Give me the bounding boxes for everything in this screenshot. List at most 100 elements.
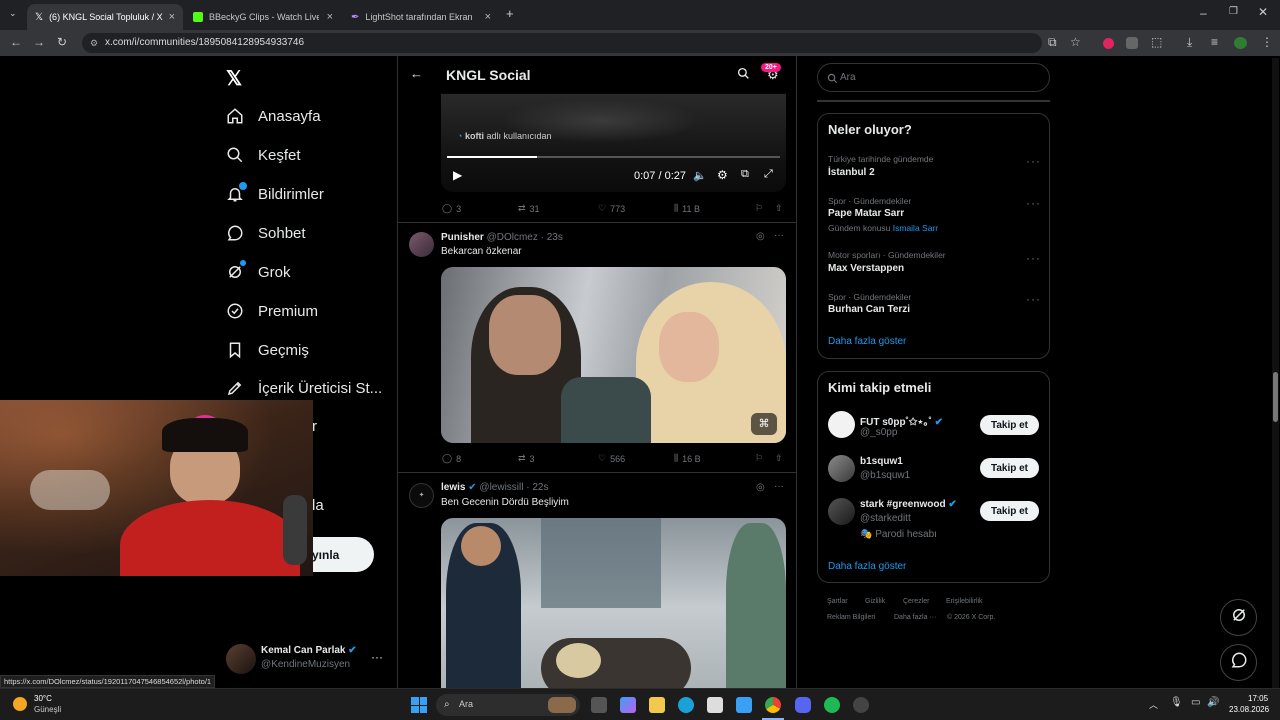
follow-name[interactable]: stark #greenwood ✔ <box>860 499 957 510</box>
site-info-icon[interactable]: ⚙ <box>90 33 98 53</box>
nav-explore[interactable]: Keşfet <box>226 139 301 171</box>
settings-icon[interactable]: ⚙ <box>717 168 728 182</box>
share-icon[interactable]: ⇧ <box>775 453 783 464</box>
post-author[interactable]: Punisher @DOlcmez · 23s <box>441 232 563 243</box>
pip-icon[interactable]: ⧉ <box>741 168 749 181</box>
nav-bookmarks[interactable]: Geçmiş <box>226 334 309 366</box>
footer-link[interactable]: Çerezler <box>903 598 929 605</box>
new-tab-icon[interactable]: + <box>506 6 514 21</box>
scrollbar[interactable] <box>1272 58 1279 688</box>
task-view-icon[interactable] <box>591 697 607 713</box>
menu-icon[interactable]: ⋮ <box>1261 35 1273 49</box>
sun-icon[interactable] <box>13 697 27 711</box>
taskbar-search[interactable]: ⌕ Ara <box>436 694 580 716</box>
follow-button[interactable]: Takip et <box>980 458 1039 478</box>
close-icon[interactable]: × <box>485 11 491 23</box>
bookmark-icon[interactable]: ⚐ <box>755 453 763 464</box>
footer-link[interactable]: Reklam Bilgileri <box>827 614 875 621</box>
copilot-icon[interactable] <box>620 697 636 713</box>
trend-link[interactable]: Ismaila Sarr <box>893 223 938 233</box>
follow-name[interactable]: FUT s0pp˚✩⋆｡˚ ✔ <box>860 413 943 428</box>
discord-icon[interactable] <box>795 697 811 713</box>
trend-item[interactable]: İstanbul 2 <box>828 167 875 178</box>
more-icon[interactable]: ··· <box>371 650 383 664</box>
volume-icon[interactable]: 🔊 <box>1207 697 1219 708</box>
back-arrow-icon[interactable]: ← <box>410 66 423 81</box>
close-icon[interactable]: × <box>327 11 333 23</box>
forward-icon[interactable]: → <box>33 35 45 49</box>
tab-kick-clips[interactable]: BBeckyG Clips - Watch Live on K × <box>185 4 341 30</box>
nav-grok[interactable]: Grok <box>226 256 291 288</box>
mail-icon[interactable] <box>736 697 752 713</box>
app-icon[interactable] <box>853 697 869 713</box>
minimize-icon[interactable]: – <box>1200 6 1207 20</box>
trend-item[interactable]: Max Verstappen <box>828 263 904 274</box>
more-icon[interactable]: ··· <box>774 481 784 492</box>
network-icon[interactable]: ▭ <box>1191 697 1200 708</box>
tab-lightshot[interactable]: ✒ LightShot tarafından Ekran Görün × <box>343 4 499 30</box>
star-icon[interactable]: ☆ <box>1070 35 1081 49</box>
follow-button[interactable]: Takip et <box>980 415 1039 435</box>
x-logo-icon[interactable]: 𝕏 <box>226 66 242 91</box>
views-button[interactable]: ⫼ 16 B <box>674 453 701 464</box>
edge-icon[interactable] <box>678 697 694 713</box>
footer-link[interactable]: Erişilebilirlik <box>946 598 983 605</box>
reply-button[interactable]: ◯ 3 <box>442 203 461 214</box>
more-icon[interactable]: ··· <box>774 230 784 241</box>
trend-item[interactable]: Burhan Can Terzi <box>828 304 910 315</box>
avatar[interactable] <box>226 644 256 674</box>
profile-icon[interactable] <box>1234 37 1247 49</box>
footer-link[interactable]: Şartlar <box>827 598 848 605</box>
avatar[interactable] <box>828 455 855 482</box>
repost-button[interactable]: ⇄ 31 <box>518 203 540 214</box>
close-window-icon[interactable]: ✕ <box>1258 5 1268 19</box>
spotify-icon[interactable] <box>824 697 840 713</box>
extensions-icon[interactable]: ⬚ <box>1151 35 1162 49</box>
like-button[interactable]: ♡ 566 <box>598 453 625 464</box>
footer-link[interactable]: Gizlilik <box>865 598 885 605</box>
follow-button[interactable]: Takip et <box>980 501 1039 521</box>
avatar[interactable] <box>828 498 855 525</box>
install-icon[interactable]: ⧉ <box>1048 35 1057 50</box>
more-icon[interactable]: ··· <box>1026 154 1041 168</box>
video-player[interactable]: ◔ kofti adlı kullanıcıdan ▶ 0:07 / 0:27 … <box>441 93 786 192</box>
more-icon[interactable]: ··· <box>1026 196 1041 210</box>
fullscreen-icon[interactable]: ⤢ <box>764 168 773 181</box>
restore-icon[interactable]: ❐ <box>1229 6 1238 17</box>
reload-icon[interactable]: ↻ <box>57 35 67 49</box>
nav-chat[interactable]: Sohbet <box>226 217 306 249</box>
post-image[interactable] <box>441 518 786 688</box>
search-icon[interactable] <box>737 67 750 83</box>
download-icon[interactable]: ⤓ <box>1187 35 1192 50</box>
show-more-link[interactable]: Daha fazla göster <box>828 336 906 347</box>
grok-icon[interactable]: ◎ <box>756 482 765 493</box>
show-more-link[interactable]: Daha fazla göster <box>828 561 906 572</box>
trend-item[interactable]: Pape Matar Sarr <box>828 208 904 219</box>
url-field[interactable]: ⚙ x.com/i/communities/189508412895493374… <box>82 33 1042 53</box>
extension-gray-icon[interactable] <box>1126 37 1138 49</box>
repost-button[interactable]: ⇄ 3 <box>518 453 535 464</box>
tab-list-icon[interactable]: ⌄ <box>9 8 17 19</box>
reply-button[interactable]: ◯ 8 <box>442 453 461 464</box>
video-progress[interactable] <box>447 156 780 158</box>
post-image[interactable]: ⌘ <box>441 267 786 443</box>
nav-notifications[interactable]: Bildirimler <box>226 178 324 210</box>
nav-home[interactable]: Anasayfa <box>226 100 321 132</box>
chevron-up-icon[interactable]: ︿ <box>1149 698 1158 711</box>
windows-start-icon[interactable] <box>411 697 427 713</box>
tab-kngl-social[interactable]: 𝕏 (6) KNGL Social Topluluk / X × <box>27 4 183 30</box>
more-icon[interactable]: ··· <box>1026 251 1041 265</box>
footer-link[interactable]: Daha fazla ··· <box>894 614 936 621</box>
avatar[interactable] <box>409 232 434 257</box>
search-input[interactable]: Ara <box>817 63 1050 92</box>
more-icon[interactable]: ··· <box>1026 292 1041 306</box>
share-icon[interactable]: ⇧ <box>775 203 783 214</box>
views-button[interactable]: ⫼ 11 B <box>674 203 700 214</box>
alt-icon[interactable]: ⌘ <box>751 413 777 435</box>
chrome-icon[interactable] <box>765 697 781 713</box>
extension-red-icon[interactable] <box>1103 38 1114 49</box>
post-author[interactable]: lewis ✔ @lewissill · 22s <box>441 482 548 493</box>
volume-icon[interactable]: 🔈 <box>693 169 707 182</box>
reading-list-icon[interactable]: ≡ <box>1211 35 1218 49</box>
avatar[interactable] <box>828 411 855 438</box>
